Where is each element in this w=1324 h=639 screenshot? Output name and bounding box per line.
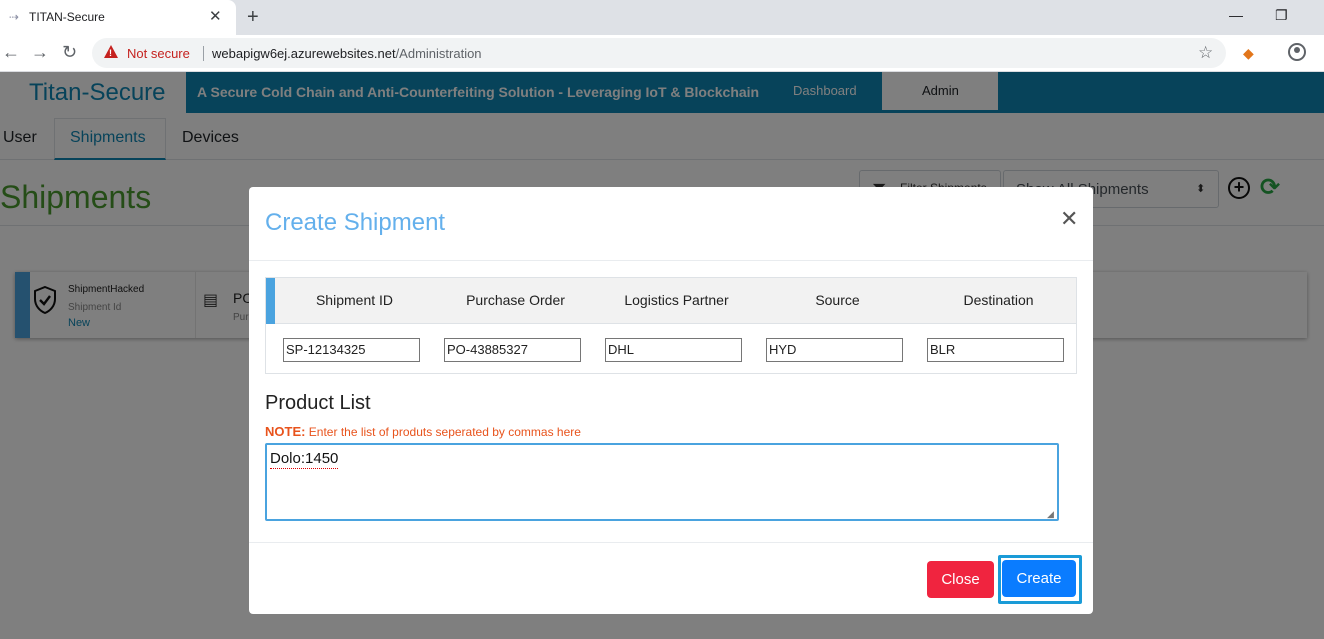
column-header-source: Source xyxy=(815,292,860,308)
purchase-order-field[interactable]: PO-43885327 xyxy=(444,338,581,362)
browser-toolbar: ← → ↻ ! Not secure webapigw6ej.azurewebs… xyxy=(0,35,1324,72)
source-field[interactable]: HYD xyxy=(766,338,903,362)
shipment-id-field[interactable]: SP-12134325 xyxy=(283,338,420,362)
column-header-shipment-id: Shipment ID xyxy=(315,292,394,308)
column-header-destination: Destination xyxy=(963,292,1034,308)
shipment-details-table: Shipment ID Purchase Order Logistics Par… xyxy=(265,277,1077,374)
url-host: webapigw6ej.azurewebsites.net xyxy=(212,46,396,61)
forward-icon[interactable]: → xyxy=(31,41,49,63)
url-path: /Administration xyxy=(395,46,482,61)
browser-tabstrip: ⇢ TITAN-Secure ✕ + — ❐ xyxy=(0,0,1324,35)
product-list-label: Product List xyxy=(265,392,371,414)
browser-tab[interactable]: ⇢ TITAN-Secure ✕ xyxy=(0,0,236,35)
column-header-purchase-order: Purchase Order xyxy=(466,292,565,308)
destination-field[interactable]: BLR xyxy=(927,338,1064,362)
close-icon[interactable]: ✕ xyxy=(1060,207,1078,231)
tab-favicon-icon: ⇢ xyxy=(9,10,20,24)
url-text[interactable]: webapigw6ej.azurewebsites.net/Administra… xyxy=(212,46,482,61)
tab-close-icon[interactable]: ✕ xyxy=(209,8,222,26)
profile-avatar-icon[interactable] xyxy=(1288,43,1306,61)
note-key: NOTE: xyxy=(265,424,306,439)
create-button[interactable]: Create xyxy=(1002,560,1076,597)
address-separator xyxy=(203,46,204,61)
product-list-note: NOTE: Enter the list of produts seperate… xyxy=(265,424,581,440)
address-bar[interactable]: ! Not secure webapigw6ej.azurewebsites.n… xyxy=(92,38,1226,68)
logistics-partner-field[interactable]: DHL xyxy=(605,338,742,362)
new-tab-icon[interactable]: + xyxy=(247,5,259,29)
reload-icon[interactable]: ↻ xyxy=(62,41,77,63)
resize-grip-icon[interactable]: ◢ xyxy=(1047,509,1054,519)
modal-footer: Close Create xyxy=(249,542,1093,614)
close-button[interactable]: Close xyxy=(927,561,994,598)
back-icon[interactable]: ← xyxy=(2,41,20,63)
product-list-value: Dolo:1450 xyxy=(270,450,339,469)
tab-title: TITAN-Secure xyxy=(29,10,105,24)
column-header-logistics-partner: Logistics Partner xyxy=(624,292,729,308)
table-header-row: Shipment ID Purchase Order Logistics Par… xyxy=(266,278,1076,324)
bookmark-star-icon[interactable]: ☆ xyxy=(1198,43,1213,63)
create-shipment-modal: Create Shipment ✕ Shipment ID Purchase O… xyxy=(249,187,1093,614)
security-label[interactable]: Not secure xyxy=(127,46,190,61)
restore-icon[interactable]: ❐ xyxy=(1275,6,1288,24)
product-list-textarea[interactable]: Dolo:1450 ◢ xyxy=(265,443,1059,521)
modal-header: Create Shipment ✕ xyxy=(249,187,1093,261)
modal-title: Create Shipment xyxy=(265,209,446,236)
note-text: Enter the list of produts seperated by c… xyxy=(308,425,581,439)
warning-mark: ! xyxy=(109,48,112,58)
metamask-extension-icon[interactable]: ◆ xyxy=(1243,45,1254,61)
minimize-icon[interactable]: — xyxy=(1229,6,1243,24)
